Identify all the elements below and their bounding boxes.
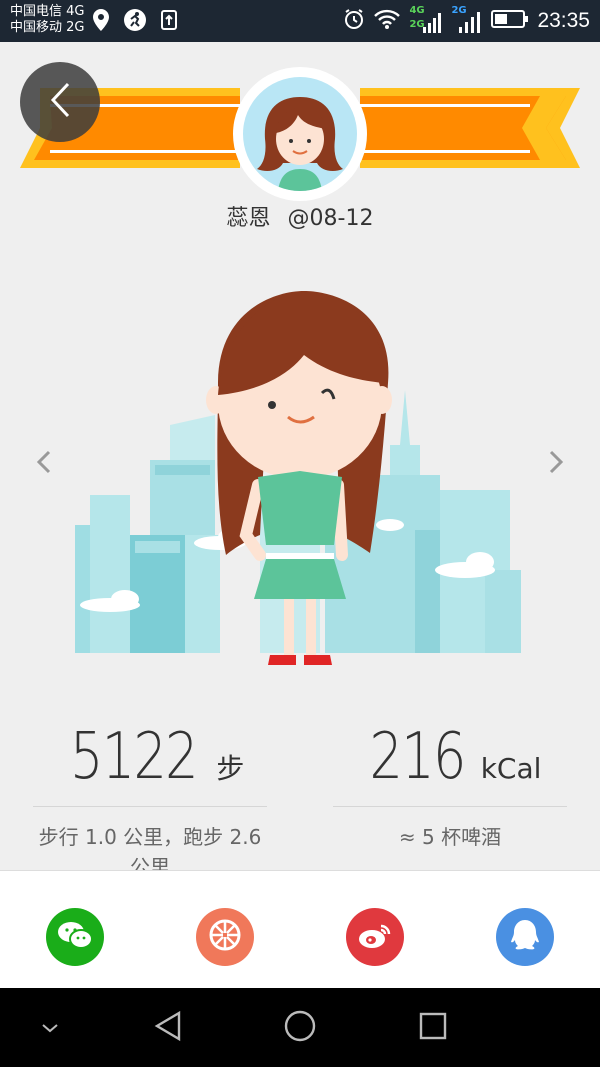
steps-divider [33,806,267,807]
nav-back-button[interactable] [148,1008,188,1048]
chevron-left-icon [32,450,56,480]
steps-value: 5122 [69,720,198,794]
status-right: 4G 2G 2G 23:35 [343,5,590,35]
notification-icons [90,9,180,31]
carrier-info: 中国电信 4G 中国移动 2G [10,4,84,36]
calories-unit: kCal [480,752,542,785]
nav-recents-button[interactable] [413,1008,453,1048]
calories-stat: 216 kCal [333,720,567,794]
steps-unit: 步 [216,752,245,785]
share-moments-button[interactable] [196,908,254,966]
carrier-2: 中国移动 2G [10,20,85,35]
moments-icon [208,918,242,956]
square-recents-icon [418,1011,448,1045]
calories-desc: ≈ 5 杯啤酒 [398,825,502,849]
calories-value: 216 [369,720,466,794]
net-label-2: 2G [409,19,425,30]
system-nav-bar [0,988,600,1067]
triangle-back-icon [153,1010,183,1046]
weibo-icon [357,920,393,954]
profile-name: 蕊恩 [226,206,271,231]
share-bar [0,870,600,988]
net-label-1: 4G [409,5,425,16]
girl-avatar-icon [257,97,343,191]
back-button[interactable] [20,62,100,142]
share-wechat-button[interactable] [46,908,104,966]
chevron-down-icon [40,1019,60,1038]
steps-stat: 5122 步 [33,720,267,794]
status-bar: 中国电信 4G 中国移动 2G 4G 2G 2G 23:35 [0,0,600,42]
signal-4g-icon: 4G 2G [409,5,443,35]
upload-icon [158,9,180,31]
carrier-1: 中国电信 4G [10,4,85,19]
share-qq-button[interactable] [496,908,554,966]
profile-date: @08-12 [287,206,374,231]
chevron-left-icon [48,81,72,123]
prev-arrow[interactable] [32,448,56,476]
circle-home-icon [283,1009,317,1047]
chevron-right-icon [544,450,568,480]
nav-hide-button[interactable] [30,1008,70,1048]
next-arrow[interactable] [544,448,568,476]
wechat-icon [57,920,93,954]
share-weibo-button[interactable] [346,908,404,966]
qq-icon [510,918,540,956]
running-icon [124,9,146,31]
city-girl-illustration [75,291,521,665]
battery-icon [491,9,529,33]
signal-2g-icon: 2G [451,5,483,35]
calories-divider [333,806,567,807]
profile-line: 蕊恩 @08-12 [0,200,600,232]
clock: 23:35 [537,9,590,32]
wifi-icon [373,8,401,34]
location-icon [90,9,112,31]
alarm-icon [343,8,365,34]
avatar [233,67,367,201]
nav-home-button[interactable] [280,1008,320,1048]
